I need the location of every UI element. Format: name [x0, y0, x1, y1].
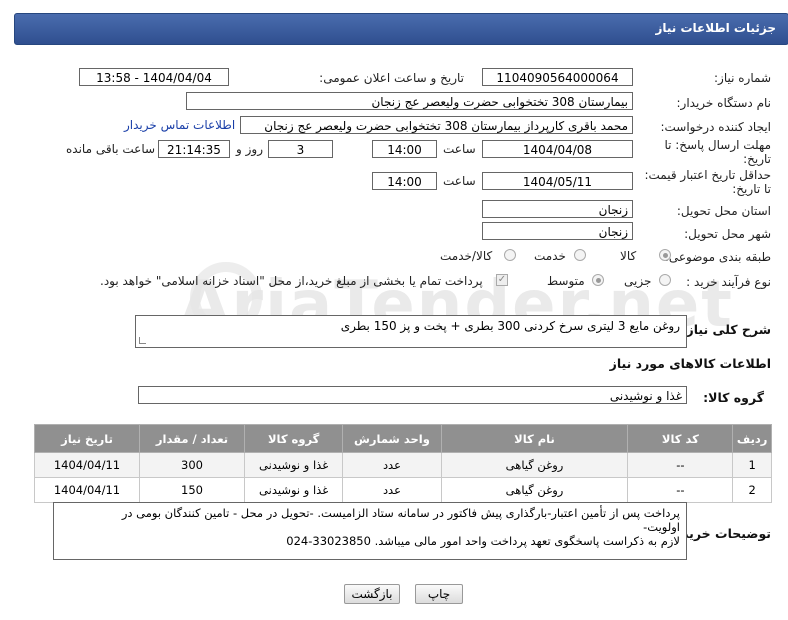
process-option-medium: متوسط — [547, 274, 585, 288]
goods-section-title: اطلاعات کالاهای مورد نیاز — [609, 356, 771, 371]
buyer-contact-link[interactable]: اطلاعات تماس خریدار — [124, 118, 235, 132]
cell-date: 1404/04/11 — [34, 477, 140, 503]
category-option-both: کالا/خدمت — [440, 249, 493, 263]
col-header-group: گروه کالا — [243, 424, 344, 453]
category-option-goods: کالا — [620, 249, 637, 263]
buyer-org-field: بیمارستان 308 تختخوابی حضرت ولیعصر عج زن… — [186, 92, 633, 110]
need-number-field: 1104090564000064 — [482, 68, 633, 86]
col-header-name: نام کالا — [440, 424, 629, 453]
delivery-province-label: استان محل تحویل: — [676, 204, 771, 218]
description-textarea[interactable]: روغن مایع 3 لیتری سرخ کردنی 300 بطری + پ… — [135, 315, 687, 348]
cell-name: روغن گیاهی — [440, 452, 629, 478]
price-validity-time: 14:00 — [372, 172, 437, 190]
buyer-notes-line-3: لازم به ذکراست پاسخگوی تعهد پرداخت واحد … — [286, 534, 680, 548]
remaining-time-label: ساعت باقی مانده — [66, 142, 156, 156]
table-header-row: ردیف کد کالا نام کالا واحد شمارش گروه کا… — [34, 424, 772, 453]
cell-quantity: 300 — [139, 452, 245, 478]
col-header-date: تاریخ نیاز — [34, 424, 140, 453]
cell-row-number: 2 — [732, 477, 772, 503]
cell-date: 1404/04/11 — [34, 452, 140, 478]
cell-group: غذا و نوشیدنی — [243, 477, 344, 503]
need-number-label: شماره نیاز: — [714, 71, 771, 85]
delivery-province-field: زنجان — [482, 200, 633, 218]
price-validity-label: حداقل تاریخ اعتبار قیمت: — [644, 168, 771, 182]
cell-group: غذا و نوشیدنی — [243, 452, 344, 478]
treasury-payment-checkbox[interactable]: ✓ — [496, 274, 508, 286]
cell-row-number: 1 — [732, 452, 772, 478]
buyer-notes-line-1: پرداخت پس از تأمین اعتبار-بارگذاری پیش ف… — [121, 506, 680, 520]
category-radio-goods[interactable] — [659, 249, 671, 261]
back-button[interactable]: بازگشت — [344, 584, 400, 604]
process-type-label: نوع فرآیند خرید : — [686, 275, 771, 289]
page-title: جزئیات اطلاعات نیاز — [655, 21, 776, 35]
cell-code: -- — [627, 477, 734, 503]
requester-label: ایجاد کننده درخواست: — [660, 120, 771, 134]
process-option-minor: جزیی — [624, 274, 652, 288]
process-radio-minor[interactable] — [659, 274, 671, 286]
announce-datetime-label: تاریخ و ساعت اعلان عمومی: — [319, 71, 464, 85]
delivery-city-field: زنجان — [482, 222, 633, 240]
requester-field: محمد باقری کارپرداز بیمارستان 308 تختخوا… — [240, 116, 633, 134]
table-row[interactable]: 1 -- روغن گیاهی عدد غذا و نوشیدنی 300 14… — [34, 452, 772, 478]
price-validity-label-2: تا تاریخ: — [732, 182, 771, 196]
price-validity-date: 1404/05/11 — [482, 172, 633, 190]
buyer-notes-line-2: اولویت- — [643, 520, 680, 534]
treasury-payment-note: پرداخت تمام یا بخشی از مبلغ خرید،از محل … — [100, 274, 483, 288]
print-button[interactable]: چاپ — [415, 584, 463, 604]
table-row[interactable]: 2 -- روغن گیاهی عدد غذا و نوشیدنی 150 14… — [34, 477, 772, 503]
remaining-time-field: 21:14:35 — [158, 140, 230, 158]
category-radio-service[interactable] — [574, 249, 586, 261]
description-text: روغن مایع 3 لیتری سرخ کردنی 300 بطری + پ… — [340, 319, 680, 333]
cell-name: روغن گیاهی — [440, 477, 629, 503]
goods-group-label: گروه کالا: — [703, 390, 764, 405]
reply-days-field: 3 — [268, 140, 333, 158]
price-validity-time-label: ساعت — [443, 174, 476, 188]
description-label: شرح کلی نیاز: — [681, 322, 771, 337]
reply-deadline-date: 1404/04/08 — [482, 140, 633, 158]
goods-group-field: غذا و نوشیدنی — [138, 386, 687, 404]
cell-code: -- — [627, 452, 734, 478]
reply-days-label: روز و — [236, 142, 263, 156]
delivery-city-label: شهر محل تحویل: — [684, 227, 771, 241]
goods-table: ردیف کد کالا نام کالا واحد شمارش گروه کا… — [34, 424, 772, 503]
reply-deadline-label: مهلت ارسال پاسخ: تا — [664, 138, 771, 152]
category-label: طبقه بندی موضوعی: — [664, 250, 771, 264]
col-header-quantity: تعداد / مقدار — [139, 424, 245, 453]
cell-unit: عدد — [342, 452, 442, 478]
page-header: جزئیات اطلاعات نیاز — [14, 13, 788, 45]
buyer-org-label: نام دستگاه خریدار: — [676, 96, 772, 110]
category-radio-both[interactable] — [504, 249, 516, 261]
col-header-row-number: ردیف — [732, 424, 772, 453]
reply-deadline-time: 14:00 — [372, 140, 437, 158]
process-radio-medium[interactable] — [592, 274, 604, 286]
reply-time-label: ساعت — [443, 142, 476, 156]
cell-unit: عدد — [342, 477, 442, 503]
buyer-notes-textarea[interactable]: پرداخت پس از تأمین اعتبار-بارگذاری پیش ف… — [53, 502, 687, 560]
category-option-service: خدمت — [534, 249, 566, 263]
col-header-unit: واحد شمارش — [342, 424, 442, 453]
reply-deadline-label-2: تاریخ: — [743, 152, 771, 166]
announce-datetime-field: 1404/04/04 - 13:58 — [79, 68, 229, 86]
cell-quantity: 150 — [139, 477, 245, 503]
col-header-code: کد کالا — [627, 424, 734, 453]
resize-grip-icon[interactable] — [139, 337, 146, 344]
